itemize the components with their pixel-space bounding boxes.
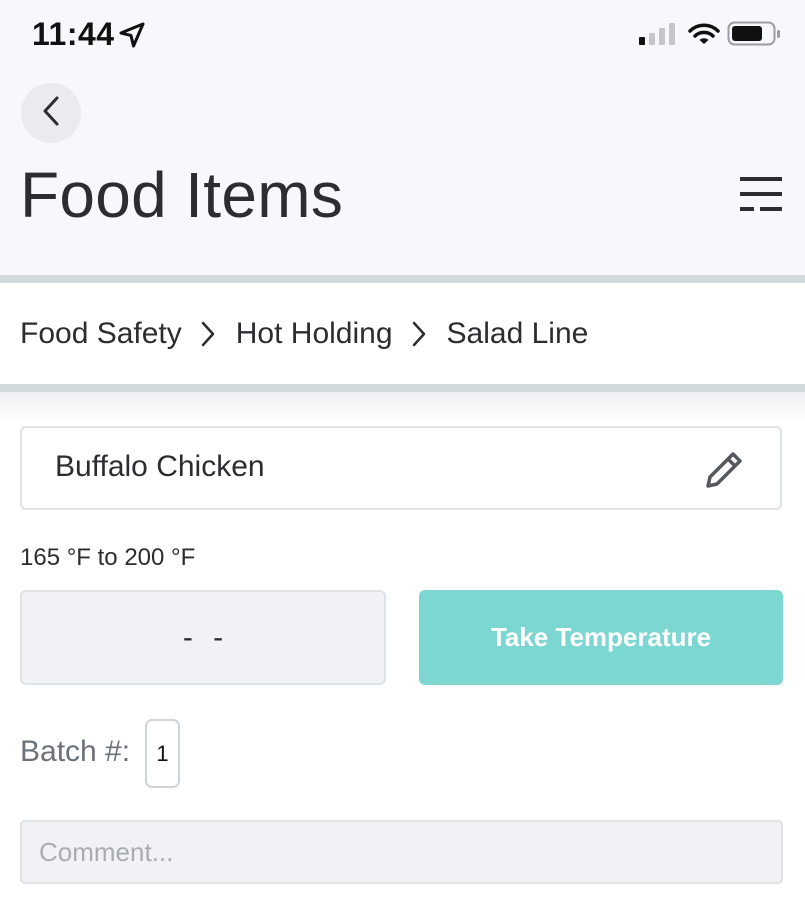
battery-icon: [727, 21, 781, 52]
breadcrumb-divider: [0, 384, 805, 392]
chevron-left-icon: [41, 95, 61, 132]
page-title: Food Items: [20, 159, 344, 231]
take-temperature-button[interactable]: Take Temperature: [419, 590, 783, 685]
header: Food Items: [0, 70, 805, 275]
app-screen: 11:44 Food Items Food Safety Hot Holding…: [0, 0, 805, 910]
temperature-reading: - -: [20, 590, 386, 685]
cellular-signal-icon: [639, 22, 677, 51]
chevron-right-icon: [411, 320, 427, 348]
breadcrumb-food-safety[interactable]: Food Safety: [20, 317, 182, 351]
status-bar: 11:44: [0, 0, 805, 70]
batch-label: Batch #:: [20, 735, 131, 768]
chevron-right-icon: [200, 320, 216, 348]
location-arrow-icon: [118, 22, 146, 53]
wifi-icon: [688, 22, 720, 51]
temperature-range: 165 °F to 200 °F: [20, 544, 196, 571]
breadcrumb-hot-holding[interactable]: Hot Holding: [236, 317, 393, 351]
batch-number-input[interactable]: 1: [145, 719, 180, 788]
status-time: 11:44: [32, 16, 115, 52]
header-divider: [0, 275, 805, 283]
pencil-icon[interactable]: [704, 448, 746, 495]
food-item-card[interactable]: Buffalo Chicken: [20, 426, 782, 510]
comment-input[interactable]: Comment...: [20, 820, 783, 884]
breadcrumb-salad-line[interactable]: Salad Line: [447, 317, 589, 351]
comment-placeholder: Comment...: [39, 836, 174, 867]
divider-shadow: [0, 392, 805, 422]
food-item-name: Buffalo Chicken: [55, 450, 265, 483]
back-button[interactable]: [21, 83, 81, 143]
filter-menu-icon[interactable]: [740, 177, 784, 218]
breadcrumb: Food Safety Hot Holding Salad Line: [0, 283, 805, 384]
